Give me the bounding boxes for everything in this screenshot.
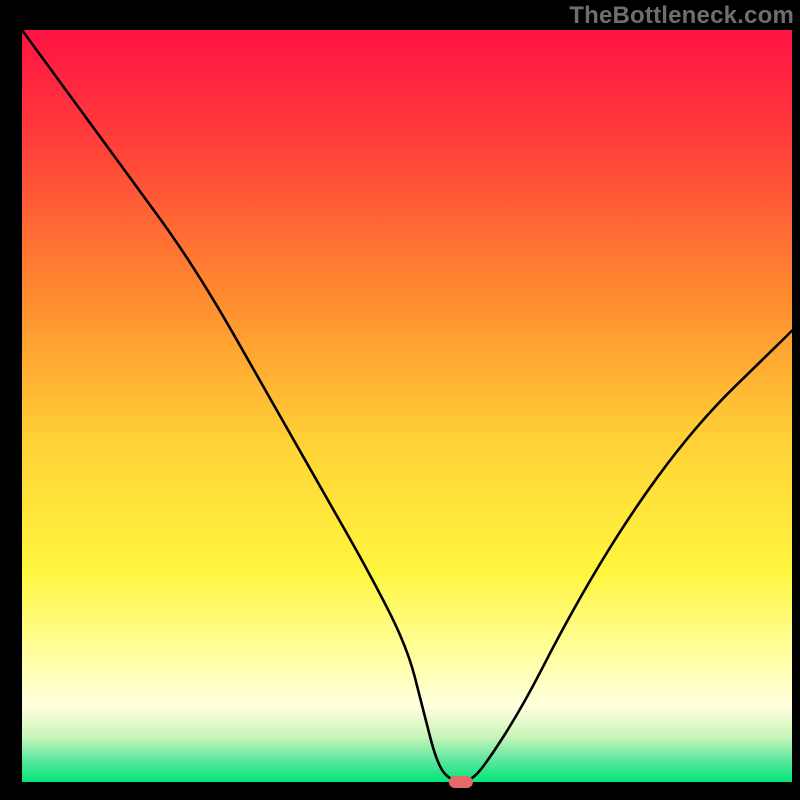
watermark: TheBottleneck.com [569,2,794,30]
optimal-marker [449,776,473,788]
chart-svg [0,0,800,800]
bottleneck-chart: TheBottleneck.com [0,0,800,800]
plot-background [22,30,792,782]
